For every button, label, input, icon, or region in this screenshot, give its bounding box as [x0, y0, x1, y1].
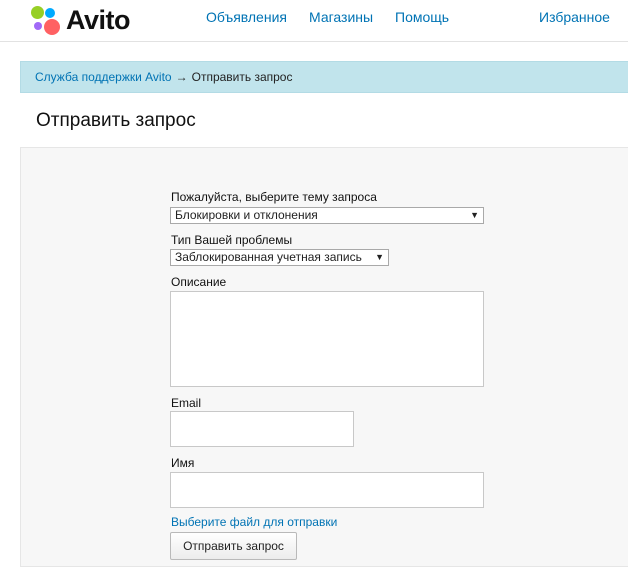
- nav-help-link[interactable]: Помощь: [395, 9, 449, 25]
- logo-dot-purple: [34, 22, 42, 30]
- description-label: Описание: [171, 275, 227, 289]
- nav-favorites-link[interactable]: Избранное: [539, 9, 610, 25]
- topic-select[interactable]: Блокировки и отклонения ▼: [170, 207, 484, 224]
- dropdown-arrow-icon: ▼: [470, 210, 479, 220]
- page-title: Отправить запрос: [36, 110, 196, 131]
- logo-dot-blue: [45, 8, 55, 18]
- top-header: Avito Объявления Магазины Помощь Избранн…: [0, 0, 628, 42]
- logo-text: Avito: [66, 4, 131, 35]
- avito-logo[interactable]: Avito: [30, 4, 131, 36]
- email-input[interactable]: [170, 411, 354, 447]
- problem-type-label: Тип Вашей проблемы: [171, 233, 293, 247]
- breadcrumb: Служба поддержки Avito → Отправить запро…: [20, 61, 628, 93]
- name-input[interactable]: [170, 472, 484, 508]
- topic-label: Пожалуйста, выберите тему запроса: [171, 190, 377, 204]
- email-label: Email: [171, 396, 202, 410]
- avito-logo-icon: [30, 4, 62, 36]
- logo-dot-red: [44, 19, 60, 35]
- problem-type-select[interactable]: Заблокированная учетная запись ▼: [170, 249, 389, 266]
- nav-ads-link[interactable]: Объявления: [206, 9, 287, 25]
- description-textarea[interactable]: [170, 291, 484, 387]
- nav-shops-link[interactable]: Магазины: [309, 9, 373, 25]
- topic-select-value: Блокировки и отклонения: [175, 208, 318, 222]
- submit-request-button[interactable]: Отправить запрос: [170, 532, 297, 560]
- breadcrumb-separator: →: [175, 70, 188, 84]
- problem-type-select-value: Заблокированная учетная запись: [175, 250, 362, 264]
- name-label: Имя: [171, 456, 195, 470]
- breadcrumb-support-link[interactable]: Служба поддержки Avito: [35, 70, 172, 84]
- breadcrumb-current: Отправить запрос: [191, 70, 293, 84]
- dropdown-arrow-icon: ▼: [375, 252, 384, 262]
- logo-dot-green: [31, 6, 44, 19]
- choose-file-link[interactable]: Выберите файл для отправки: [171, 515, 337, 529]
